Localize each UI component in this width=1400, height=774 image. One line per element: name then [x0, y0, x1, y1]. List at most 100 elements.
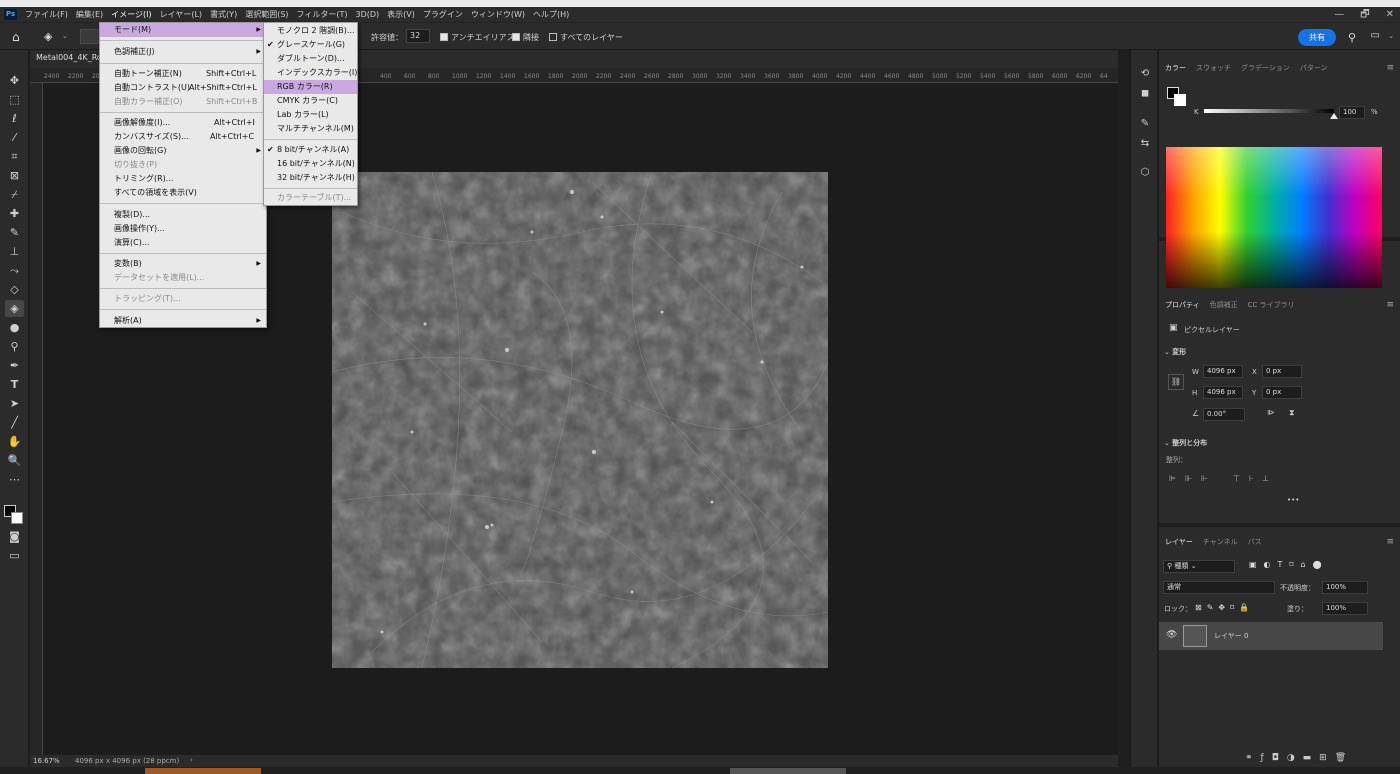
- menu-item-auto-tone[interactable]: 自動トーン補正(N) Shift+Ctrl+L: [100, 67, 266, 81]
- tab-channels[interactable]: チャンネル: [1203, 533, 1238, 551]
- screen-mode-icon[interactable]: ▭: [5, 547, 24, 564]
- menu-image[interactable]: イメージ(I): [107, 7, 155, 22]
- menu-item-indexed-color[interactable]: インデックスカラー(I): [264, 66, 357, 80]
- tolerance-input[interactable]: 32: [406, 29, 430, 43]
- tab-gradients[interactable]: グラデーション: [1241, 59, 1290, 77]
- blur-tool-icon[interactable]: ●: [5, 319, 24, 336]
- menu-item-adjustments[interactable]: 色調補正(J) ▶: [100, 45, 266, 59]
- panel-menu-icon[interactable]: ≡: [1386, 300, 1394, 310]
- menu-item-32bit[interactable]: 32 bit/チャンネル(H): [264, 171, 357, 185]
- menu-item-apply-data-set[interactable]: データセットを適用(L)...: [100, 271, 266, 285]
- tab-properties[interactable]: プロパティ: [1165, 296, 1200, 314]
- antialias-checkbox[interactable]: アンチエイリアス: [440, 32, 515, 43]
- magic-wand-tool-icon[interactable]: ⁄: [5, 129, 24, 146]
- menu-item-canvas-size[interactable]: カンバスサイズ(S)... Alt+Ctrl+C: [100, 130, 266, 144]
- menu-window[interactable]: ウィンドウ(W): [467, 7, 529, 22]
- menu-item-analysis[interactable]: 解析(A) ▶: [100, 314, 266, 328]
- menu-select[interactable]: 選択範囲(S): [241, 7, 292, 22]
- flip-vertical-icon[interactable]: ⧗: [1289, 408, 1295, 418]
- dodge-tool-icon[interactable]: ⚲: [5, 338, 24, 355]
- taskbar-app-icon[interactable]: [730, 768, 846, 774]
- chevron-right-icon[interactable]: ›: [190, 756, 193, 764]
- tab-swatches[interactable]: スウォッチ: [1196, 59, 1231, 77]
- color-background-swatch[interactable]: [1174, 94, 1186, 106]
- menu-item-auto-contrast[interactable]: 自動コントラスト(U) Alt+Shift+Ctrl+L: [100, 81, 266, 95]
- chevron-down-icon[interactable]: ⌄: [1388, 32, 1394, 40]
- menu-item-apply-image[interactable]: 画像操作(Y)...: [100, 222, 266, 236]
- menu-view[interactable]: 表示(V): [383, 7, 419, 22]
- restore-icon[interactable]: 🗗: [1360, 7, 1369, 22]
- history-brush-tool-icon[interactable]: ⤳: [5, 262, 24, 279]
- k-slider-thumb[interactable]: [1330, 113, 1338, 119]
- contiguous-checkbox[interactable]: 隣接: [512, 32, 539, 43]
- menu-item-16bit[interactable]: 16 bit/チャンネル(N): [264, 157, 357, 171]
- share-button[interactable]: 共有: [1298, 29, 1336, 46]
- menu-item-rgb-color[interactable]: RGB カラー(R): [264, 80, 357, 94]
- menu-item-duotone[interactable]: ダブルトーン(D)...: [264, 52, 357, 66]
- transform-section[interactable]: ⌄ 変形: [1164, 347, 1186, 357]
- tab-patterns[interactable]: パターン: [1300, 59, 1328, 77]
- hand-tool-icon[interactable]: ✋: [5, 433, 24, 450]
- distribute-buttons-icon[interactable]: ⊤⊦⊥: [1233, 474, 1278, 483]
- menu-plugins[interactable]: プラグイン: [419, 7, 467, 22]
- tab-paths[interactable]: パス: [1248, 533, 1262, 551]
- opacity-field[interactable]: 100%: [1322, 581, 1368, 594]
- layer-action-icons[interactable]: ⚭ƒ◘◑▬⊞🗑: [1245, 753, 1354, 763]
- type-tool-icon[interactable]: T: [5, 376, 24, 393]
- lasso-tool-icon[interactable]: ℓ: [5, 110, 24, 127]
- document-tab[interactable]: Metal004_4K_Ro: [36, 53, 102, 62]
- crop-tool-icon[interactable]: ⌗: [5, 148, 24, 165]
- zoom-tool-icon[interactable]: 🔍: [5, 452, 24, 469]
- menu-item-cmyk-color[interactable]: CMYK カラー(C): [264, 94, 357, 108]
- taskbar-app-icon[interactable]: [145, 768, 261, 774]
- menu-item-duplicate[interactable]: 複製(D)...: [100, 208, 266, 222]
- fill-source-select[interactable]: [80, 29, 100, 44]
- paint-bucket-tool-icon[interactable]: ◈: [5, 300, 24, 317]
- healing-brush-tool-icon[interactable]: ✚: [5, 205, 24, 222]
- menu-item-lab-color[interactable]: Lab カラー(L): [264, 108, 357, 122]
- k-slider-track[interactable]: [1204, 109, 1334, 113]
- menu-help[interactable]: ヘルプ(H): [529, 7, 573, 22]
- menu-layer[interactable]: レイヤー(L): [156, 7, 206, 22]
- layer-filter-select[interactable]: ⚲ 種類 ⌄: [1163, 560, 1235, 573]
- eraser-tool-icon[interactable]: ◇: [5, 281, 24, 298]
- document-image[interactable]: [332, 172, 828, 668]
- chevron-down-icon[interactable]: ⌄: [62, 32, 68, 40]
- menu-item-trim[interactable]: トリミング(R)...: [100, 172, 266, 186]
- menu-item-variables[interactable]: 変数(B) ▶: [100, 257, 266, 271]
- eye-visibility-icon[interactable]: 👁: [1166, 630, 1177, 640]
- y-field[interactable]: 0 px: [1262, 386, 1302, 399]
- adjustments-icon[interactable]: ⇆: [1137, 138, 1153, 152]
- height-field[interactable]: 4096 px: [1203, 386, 1243, 399]
- paint-bucket-preset-icon[interactable]: ◈: [44, 30, 52, 43]
- menu-item-mode[interactable]: モード(M) ▶: [100, 23, 266, 37]
- marquee-tool-icon[interactable]: ⬚: [5, 91, 24, 108]
- fill-field[interactable]: 100%: [1322, 602, 1368, 615]
- menu-file[interactable]: ファイル(F): [21, 7, 72, 22]
- menu-filter[interactable]: フィルター(T): [293, 7, 352, 22]
- menu-item-8bit[interactable]: ✔ 8 bit/チャンネル(A): [264, 143, 357, 157]
- angle-field[interactable]: 0.00°: [1203, 408, 1245, 421]
- layer-row[interactable]: 👁 レイヤー 0: [1159, 622, 1383, 650]
- panel-menu-icon[interactable]: ≡: [1386, 63, 1394, 73]
- more-tools-icon[interactable]: ⋯: [5, 471, 24, 488]
- x-field[interactable]: 0 px: [1262, 365, 1302, 378]
- align-buttons-icon[interactable]: ⊫⊪⊩: [1169, 474, 1217, 483]
- menu-item-auto-color[interactable]: 自動カラー補正(O) Shift+Ctrl+B: [100, 95, 266, 109]
- background-color-swatch[interactable]: [11, 512, 23, 524]
- menu-item-trap[interactable]: トラッピング(T)...: [100, 292, 266, 306]
- menu-item-image-size[interactable]: 画像解像度(I)... Alt+Ctrl+I: [100, 116, 266, 130]
- align-section[interactable]: ⌄ 整列と分布: [1164, 438, 1207, 448]
- home-icon[interactable]: ⌂: [12, 30, 20, 44]
- layer-filter-icons[interactable]: ▣◐T⌑⌂⬤: [1249, 560, 1329, 569]
- lock-icons[interactable]: ⊠✎✥⌑🔒: [1195, 603, 1254, 612]
- link-icon[interactable]: ⛓: [1168, 374, 1184, 390]
- line-tool-icon[interactable]: ╱: [5, 414, 24, 431]
- menu-item-color-table[interactable]: カラーテーブル(T)...: [264, 191, 357, 205]
- blend-mode-select[interactable]: 通常: [1163, 581, 1275, 594]
- width-field[interactable]: 4096 px: [1203, 365, 1243, 378]
- color-spectrum[interactable]: [1166, 147, 1382, 288]
- brush-settings-icon[interactable]: ✎: [1137, 118, 1153, 132]
- quick-mask-icon[interactable]: ◙: [5, 528, 24, 545]
- frame-tool-icon[interactable]: ⊠: [5, 167, 24, 184]
